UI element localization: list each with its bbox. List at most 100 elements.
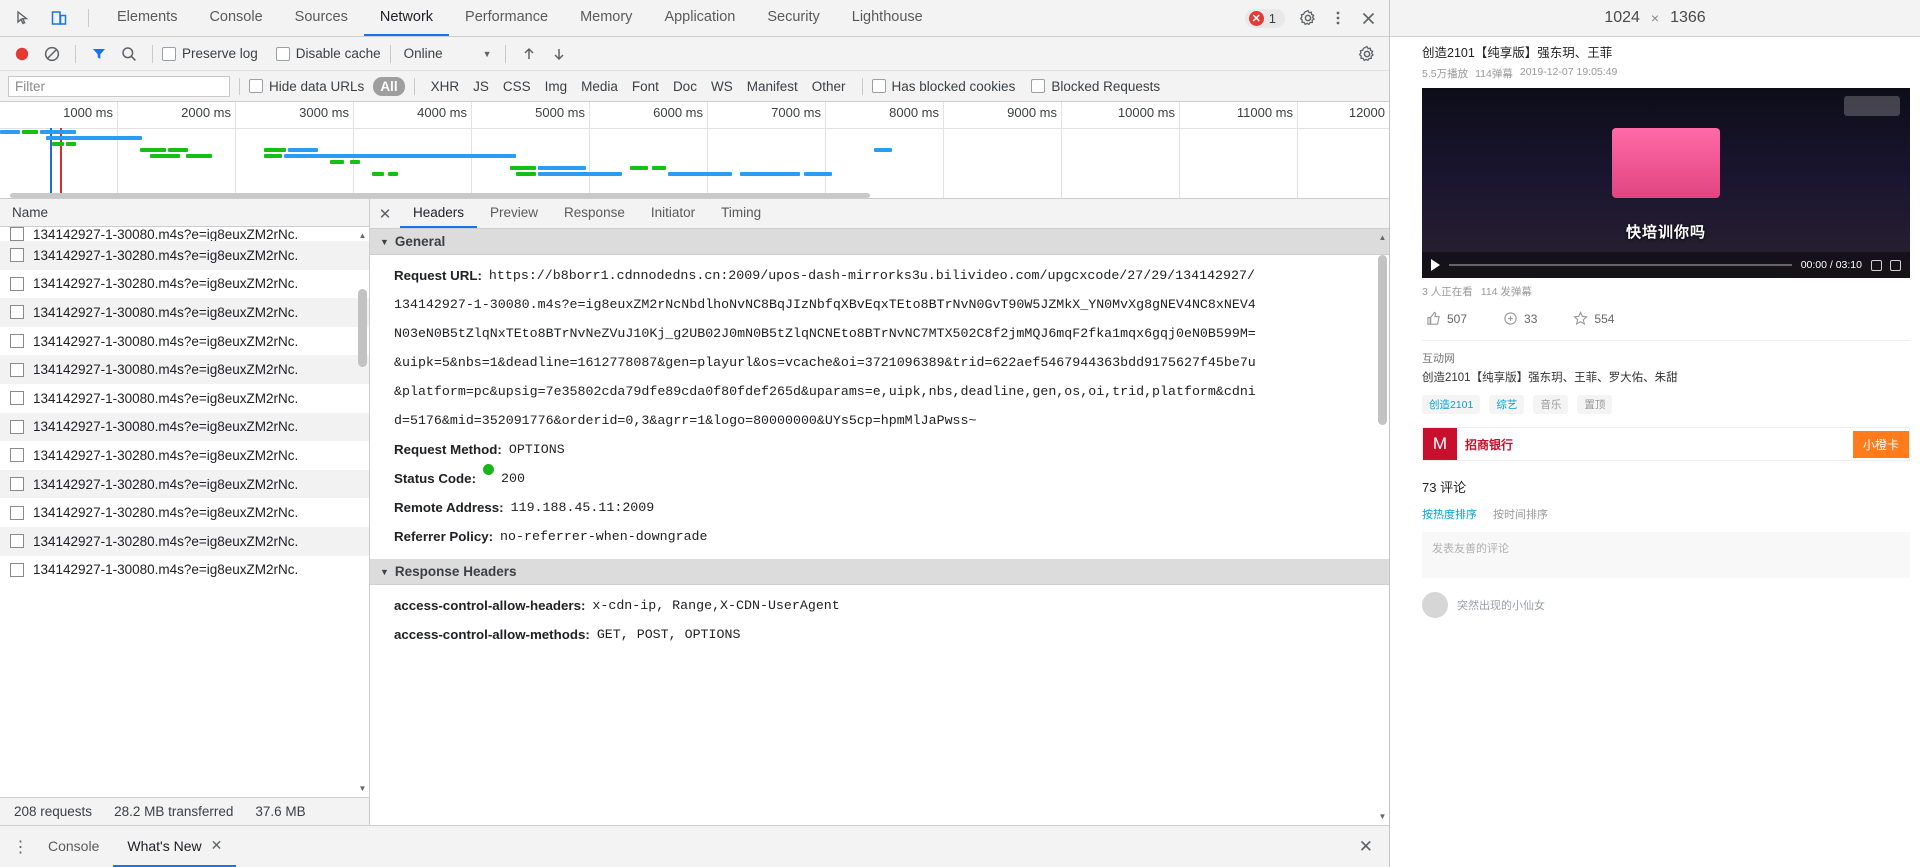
tag-item[interactable]: 音乐 <box>1533 395 1569 414</box>
sort-by-hot[interactable]: 按热度排序 <box>1422 506 1477 522</box>
search-icon[interactable] <box>115 41 143 67</box>
viewport-height[interactable]: 1366 <box>1670 9 1706 27</box>
tab-sources[interactable]: Sources <box>279 0 364 36</box>
filter-type-other[interactable]: Other <box>805 77 853 96</box>
tab-memory[interactable]: Memory <box>564 0 648 36</box>
hide-data-urls-checkbox[interactable]: Hide data URLs <box>249 79 364 94</box>
record-button[interactable] <box>8 41 36 67</box>
row-checkbox[interactable] <box>10 305 24 320</box>
filter-type-js[interactable]: JS <box>466 77 496 96</box>
close-icon[interactable] <box>1355 5 1381 31</box>
table-row[interactable]: 134142927-1-30280.m4s?e=ig8euxZM2rNc. <box>0 241 369 270</box>
table-row[interactable]: 134142927-1-30080.m4s?e=ig8euxZM2rNc. <box>0 412 369 442</box>
clear-button[interactable] <box>38 41 66 67</box>
table-row[interactable]: 134142927-1-30080.m4s?e=ig8euxZM2rNc. <box>0 556 369 585</box>
row-checkbox[interactable] <box>10 391 24 406</box>
table-row[interactable]: 134142927-1-30080.m4s?e=ig8euxZM2rNc. <box>0 227 369 241</box>
avatar[interactable] <box>1422 592 1448 618</box>
tab-initiator[interactable]: Initiator <box>638 199 708 228</box>
device-toolbar-icon[interactable] <box>46 5 72 31</box>
play-icon[interactable] <box>1431 259 1440 271</box>
throttling-dropdown[interactable]: Online ▼ <box>400 44 496 63</box>
filter-button[interactable] <box>85 41 113 67</box>
kebab-menu-icon[interactable] <box>1325 5 1351 31</box>
table-row[interactable]: 134142927-1-30280.m4s?e=ig8euxZM2rNc. <box>0 498 369 527</box>
row-checkbox[interactable] <box>10 227 24 241</box>
comment-input[interactable]: 发表友善的评论 <box>1422 532 1910 578</box>
tag-item[interactable]: 综艺 <box>1489 395 1525 414</box>
table-row[interactable]: 134142927-1-30280.m4s?e=ig8euxZM2rNc. <box>0 441 369 470</box>
row-checkbox[interactable] <box>10 562 24 577</box>
gear-icon[interactable] <box>1295 5 1321 31</box>
tab-timing[interactable]: Timing <box>708 199 774 228</box>
tab-console[interactable]: Console <box>193 0 278 36</box>
filter-type-manifest[interactable]: Manifest <box>740 77 805 96</box>
row-checkbox[interactable] <box>10 362 24 377</box>
table-row[interactable]: 134142927-1-30080.m4s?e=ig8euxZM2rNc. <box>0 298 369 327</box>
detail-scrollbar[interactable] <box>1378 255 1387 425</box>
preserve-log-checkbox[interactable]: Preserve log <box>162 46 258 61</box>
scroll-down-arrow[interactable]: ▼ <box>1376 810 1389 823</box>
row-checkbox[interactable] <box>10 419 24 434</box>
row-checkbox[interactable] <box>10 534 24 549</box>
progress-bar[interactable] <box>1449 264 1792 266</box>
tab-elements[interactable]: Elements <box>101 0 193 36</box>
close-icon[interactable]: ✕ <box>211 837 223 854</box>
row-checkbox[interactable] <box>10 334 24 349</box>
filter-type-font[interactable]: Font <box>625 77 666 96</box>
filter-type-xhr[interactable]: XHR <box>424 77 467 96</box>
tab-preview[interactable]: Preview <box>477 199 551 228</box>
kebab-menu-icon[interactable]: ⋮ <box>8 837 34 857</box>
settings-icon[interactable] <box>1890 259 1901 271</box>
fullscreen-icon[interactable] <box>1871 259 1882 271</box>
has-blocked-cookies-checkbox[interactable]: Has blocked cookies <box>871 79 1015 94</box>
page-viewport[interactable]: 创造2101【纯享版】强东玥、王菲 5.5万播放 114弹幕 2019-12-0… <box>1390 37 1920 867</box>
row-checkbox[interactable] <box>10 505 24 520</box>
tab-performance[interactable]: Performance <box>449 0 564 36</box>
error-count-badge[interactable]: ✕ 1 <box>1244 8 1285 28</box>
advertisement-banner[interactable]: M 招商银行 小橙卡 <box>1422 427 1910 461</box>
related-title[interactable]: 创造2101【纯享版】强东玥、王菲、罗大佑、朱甜 <box>1422 369 1910 388</box>
filter-type-all[interactable]: All <box>373 76 405 96</box>
request-rows[interactable]: 134142927-1-30080.m4s?e=ig8euxZM2rNc. 13… <box>0 227 369 797</box>
player-controls[interactable]: 00:00 / 03:10 <box>1422 252 1910 278</box>
coin-button[interactable]: 33 <box>1503 311 1537 326</box>
filter-type-ws[interactable]: WS <box>704 77 740 96</box>
disable-cache-checkbox[interactable]: Disable cache <box>275 46 381 61</box>
tab-headers[interactable]: Headers <box>400 199 478 228</box>
export-har-button[interactable] <box>545 41 573 67</box>
row-checkbox[interactable] <box>10 448 24 463</box>
drawer-close-button[interactable]: ✕ <box>1359 837 1381 857</box>
request-list-scrollbar[interactable] <box>358 289 367 367</box>
inspect-element-icon[interactable] <box>10 5 36 31</box>
network-overview-timeline[interactable]: 1000 ms 2000 ms 3000 ms 4000 ms 5000 ms … <box>0 102 1389 199</box>
video-player[interactable]: 快培训你吗 00:00 / 03:10 <box>1422 88 1910 278</box>
overview-scrollbar[interactable] <box>10 193 870 198</box>
general-section-header[interactable]: ▼ General <box>370 229 1389 255</box>
close-icon[interactable]: ✕ <box>370 199 400 228</box>
tag-item[interactable]: 置顶 <box>1577 395 1613 414</box>
filter-input[interactable] <box>8 75 230 97</box>
row-checkbox[interactable] <box>10 248 24 263</box>
table-row[interactable]: 134142927-1-30080.m4s?e=ig8euxZM2rNc. <box>0 384 369 413</box>
table-row[interactable]: 134142927-1-30080.m4s?e=ig8euxZM2rNc. <box>0 355 369 384</box>
scroll-up-arrow[interactable]: ▲ <box>1376 231 1389 244</box>
scroll-down-arrow[interactable]: ▼ <box>356 782 369 795</box>
filter-type-css[interactable]: CSS <box>496 77 538 96</box>
table-row[interactable]: 134142927-1-30080.m4s?e=ig8euxZM2rNc. <box>0 327 369 356</box>
drawer-tab-whats-new[interactable]: What's New ✕ <box>113 826 237 867</box>
filter-type-doc[interactable]: Doc <box>666 77 704 96</box>
blocked-requests-checkbox[interactable]: Blocked Requests <box>1031 79 1160 94</box>
network-settings-button[interactable] <box>1353 41 1381 67</box>
ad-button[interactable]: 小橙卡 <box>1852 430 1909 458</box>
tab-lighthouse[interactable]: Lighthouse <box>836 0 939 36</box>
import-har-button[interactable] <box>515 41 543 67</box>
scroll-up-arrow[interactable]: ▲ <box>356 229 369 242</box>
viewport-width[interactable]: 1024 <box>1604 9 1640 27</box>
row-checkbox[interactable] <box>10 477 24 492</box>
drawer-tab-console[interactable]: Console <box>34 826 113 867</box>
row-checkbox[interactable] <box>10 276 24 291</box>
tab-response[interactable]: Response <box>551 199 638 228</box>
tab-security[interactable]: Security <box>751 0 835 36</box>
sort-by-time[interactable]: 按时间排序 <box>1493 506 1548 522</box>
